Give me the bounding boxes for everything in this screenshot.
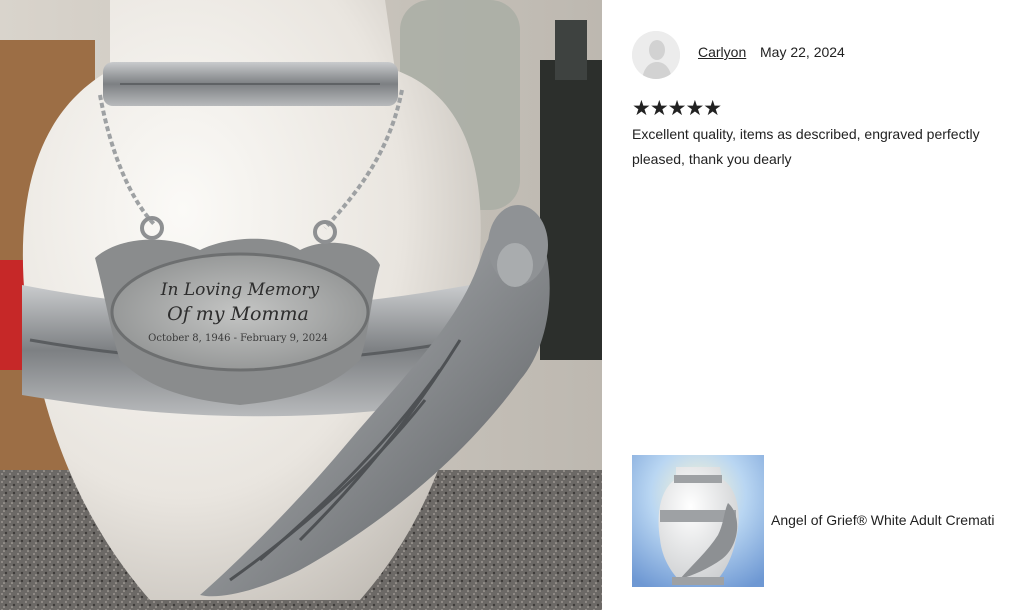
star-rating: ★★★★★ <box>632 97 722 120</box>
plaque-line-2: Of my Momma <box>167 303 309 325</box>
reviewer-avatar[interactable] <box>632 31 680 79</box>
reviewer-name-link[interactable]: Carlyon <box>698 44 746 60</box>
product-title-link[interactable]: Angel of Grief® White Adult Cremati <box>771 512 995 528</box>
review-panel: Carlyon May 22, 2024 ★★★★★ Excellent qua… <box>602 0 1011 610</box>
review-text: Excellent quality, items as described, e… <box>632 126 980 167</box>
product-thumbnail[interactable] <box>632 455 764 587</box>
review-date: May 22, 2024 <box>760 44 845 60</box>
plaque-line-3: October 8, 1946 - February 9, 2024 <box>148 333 328 344</box>
review-photo[interactable]: In Loving Memory Of my Momma October 8, … <box>0 0 602 610</box>
plaque-line-1: In Loving Memory <box>160 280 320 300</box>
user-silhouette-icon <box>632 31 680 79</box>
